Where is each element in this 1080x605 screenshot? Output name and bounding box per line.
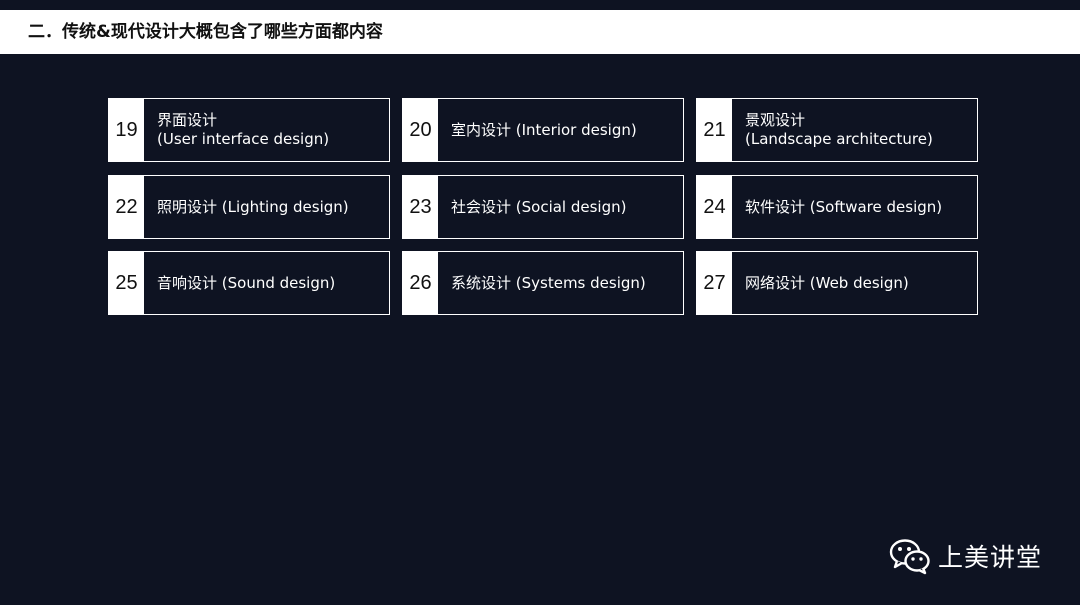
- category-label-line1: 室内设计 (Interior design): [451, 120, 637, 139]
- category-label: 室内设计 (Interior design): [451, 99, 677, 161]
- category-label-line1: 界面设计: [157, 111, 218, 129]
- category-number: 19: [109, 99, 144, 161]
- category-label: 音响设计 (Sound design): [157, 252, 383, 314]
- category-number: 26: [403, 252, 438, 314]
- category-number: 25: [109, 252, 144, 314]
- category-label: 界面设计 (User interface design): [157, 99, 383, 161]
- category-card: 19 界面设计 (User interface design): [108, 98, 390, 162]
- category-number: 24: [697, 176, 732, 238]
- category-card: 24 软件设计 (Software design): [696, 175, 978, 239]
- category-card: 22 照明设计 (Lighting design): [108, 175, 390, 239]
- category-label-line1: 社会设计 (Social design): [451, 197, 627, 216]
- brand-watermark: 上美讲堂: [888, 534, 1042, 578]
- category-label-line1: 音响设计 (Sound design): [157, 273, 336, 292]
- category-label: 照明设计 (Lighting design): [157, 176, 383, 238]
- category-label: 景观设计 (Landscape architecture): [745, 99, 971, 161]
- category-label: 社会设计 (Social design): [451, 176, 677, 238]
- category-label: 网络设计 (Web design): [745, 252, 971, 314]
- category-number: 21: [697, 99, 732, 161]
- wechat-icon: [889, 539, 930, 575]
- category-label-line2: (Landscape architecture): [745, 130, 933, 148]
- category-card: 27 网络设计 (Web design): [696, 251, 978, 315]
- category-number: 23: [403, 176, 438, 238]
- category-label-line1: 系统设计 (Systems design): [451, 273, 646, 292]
- category-label: 系统设计 (Systems design): [451, 252, 677, 314]
- category-label-line1: 照明设计 (Lighting design): [157, 197, 349, 216]
- category-label-line1: 景观设计: [745, 111, 806, 129]
- category-card: 25 音响设计 (Sound design): [108, 251, 390, 315]
- category-number: 20: [403, 99, 438, 161]
- category-number: 22: [109, 176, 144, 238]
- category-label-line1: 软件设计 (Software design): [745, 197, 943, 216]
- category-card: 26 系统设计 (Systems design): [402, 251, 684, 315]
- category-card: 23 社会设计 (Social design): [402, 175, 684, 239]
- category-card: 21 景观设计 (Landscape architecture): [696, 98, 978, 162]
- category-number: 27: [697, 252, 732, 314]
- category-label-line2: (User interface design): [157, 130, 330, 148]
- category-label-line1: 网络设计 (Web design): [745, 273, 909, 292]
- brand-name: 上美讲堂: [938, 543, 1043, 572]
- category-label: 软件设计 (Software design): [745, 176, 971, 238]
- page-title: 二．传统&现代设计大概包含了哪些方面都内容: [28, 22, 383, 42]
- category-card: 20 室内设计 (Interior design): [402, 98, 684, 162]
- title-bar: 二．传统&现代设计大概包含了哪些方面都内容: [0, 10, 1080, 54]
